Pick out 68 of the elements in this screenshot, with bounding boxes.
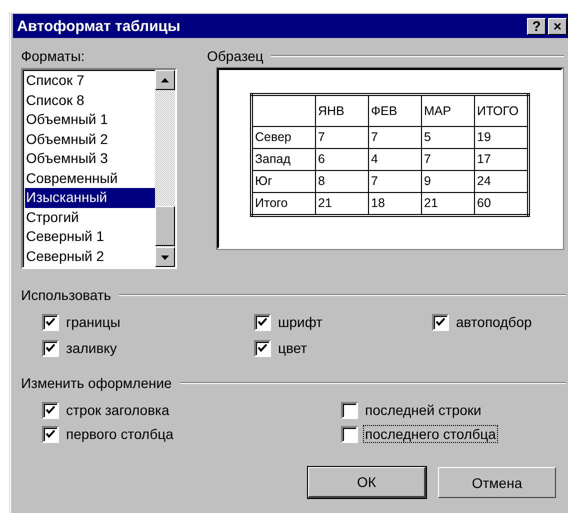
use-label: Использовать [21,287,112,303]
checkbox-label: заливку [65,339,118,357]
checkbox[interactable] [42,402,59,418]
table-cell: 7 [368,170,422,192]
sample-label: Образец [207,48,264,64]
table-cell: 9 [422,170,474,192]
help-button[interactable]: ? [527,18,546,34]
ok-button[interactable]: ОК [308,467,426,498]
checkbox-label: строк заголовка [65,401,170,419]
checkbox[interactable] [254,340,271,356]
checkmark-icon [258,344,267,352]
checkmark-icon [46,406,55,414]
checkbox[interactable] [341,426,358,442]
scroll-down-button[interactable] [155,247,175,267]
table-cell: 7 [316,126,368,148]
checkbox-label: шрифт [277,313,324,331]
list-item[interactable]: Изысканный [25,188,155,208]
list-item[interactable]: Северный 1 [25,227,155,246]
table-cell: 21 [316,192,368,215]
scroll-up-button[interactable] [155,70,175,90]
table-cell: 7 [368,126,422,148]
checkbox-label: границы [65,313,122,331]
checkbox[interactable] [42,340,59,356]
checkbox[interactable] [42,314,59,330]
column-header: МАР [422,94,474,126]
column-header: ЯНВ [316,94,368,126]
table-cell: 21 [422,192,474,215]
table-cell: 4 [368,148,422,170]
checkbox-label: последней строки [364,401,482,419]
checkbox[interactable] [341,402,358,418]
scroll-bar[interactable] [155,70,175,267]
down-arrow-icon [161,254,169,260]
checkmark-icon [258,318,267,326]
row-header: Север [252,126,316,148]
checkmark-icon [46,430,55,438]
window-title: Автоформат таблицы [17,18,180,34]
column-header: ФЕВ [368,94,422,126]
checkbox-label: последнего столбца [363,425,498,443]
list-item[interactable]: Современный [25,168,155,188]
row-header: Запад [252,148,316,170]
formats-list[interactable]: Список 7 Список 8 Объемный 1 Объемный 2 Объемный 3 Современный Изысканный Строгий Северный 1 Северный 2 [21,68,177,269]
list-item[interactable]: Объемный 3 [25,149,155,168]
checkmark-icon [436,318,445,326]
close-button[interactable]: × [548,18,567,34]
table-cell: 7 [422,148,474,170]
checkbox-label: цвет [277,339,308,357]
cancel-button[interactable]: Отмена [438,467,556,498]
checkmark-icon [46,318,55,326]
checkbox[interactable] [432,314,449,330]
table-cell: 5 [422,126,474,148]
list-item[interactable]: Объемный 2 [25,130,155,149]
checkbox-label: автоподбор [455,313,533,331]
table-cell: 8 [316,170,368,192]
checkbox-label: первого столбца [65,425,174,443]
up-arrow-icon [161,78,169,82]
list-item[interactable]: Северный 2 [25,246,155,266]
checkbox[interactable] [42,426,59,442]
list-item[interactable]: Список 8 [25,90,155,110]
scroll-thumb[interactable] [155,206,175,246]
checkmark-icon [46,344,55,352]
list-item[interactable]: Строгий [25,208,155,227]
checkbox[interactable] [254,314,271,330]
change-label: Изменить оформление [21,375,172,391]
formats-label: Форматы: [21,48,86,64]
list-item[interactable]: Список 7 [25,71,155,90]
list-item[interactable]: Объемный 1 [25,110,155,130]
row-header: Юг [252,170,316,192]
table-cell: 6 [316,148,368,170]
